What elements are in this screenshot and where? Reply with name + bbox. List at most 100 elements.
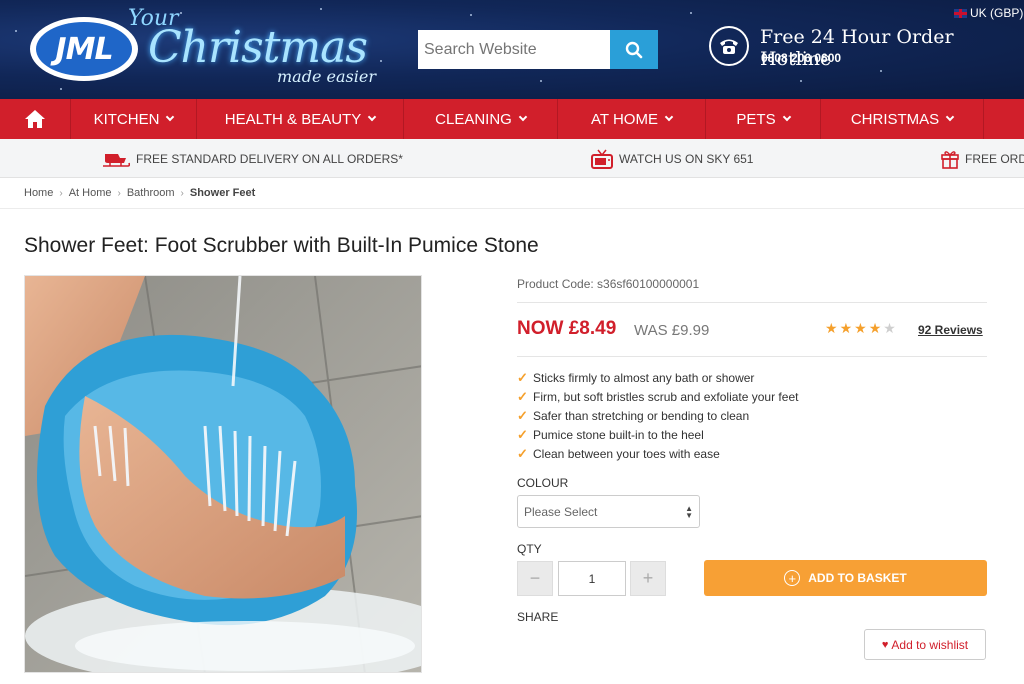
feature-text: Sticks firmly to almost any bath or show… [533,370,755,385]
home-icon [25,110,45,128]
promo-sky[interactable]: WATCH US ON SKY 651 [591,139,753,178]
add-to-wishlist-button[interactable]: ♥ Add to wishlist [864,629,986,660]
tagline-christmas: Christmas [148,22,368,73]
feature-text: Pumice stone built-in to the heel [533,427,704,442]
star-empty-icon: ★ [883,320,896,336]
promo-bar: FREE STANDARD DELIVERY ON ALL ORDERS* WA… [0,139,1024,178]
nav-cleaning-label: CLEANING [435,110,512,128]
promo-free-label: FREE ORD [965,151,1024,166]
logo-inner: JML [36,22,132,76]
star-icon: ★ [854,320,867,336]
list-item: ✓ Firm, but soft bristles scrub and exfol… [517,387,798,406]
feature-text: Safer than stretching or bending to clea… [533,408,750,423]
share-label: SHARE [517,610,559,624]
divider [517,356,987,357]
chevron-down-icon [945,112,955,122]
star-icon: ★ [825,320,838,336]
nav-health-beauty-label: HEALTH & BEAUTY [224,110,362,128]
tick-icon: ✓ [517,369,528,385]
list-item: ✓ Clean between your toes with ease [517,444,798,463]
colour-select-value: Please Select [524,504,598,519]
plus-circle-icon: + [784,570,801,586]
star-icon: ★ [839,320,853,336]
promo-delivery[interactable]: FREE STANDARD DELIVERY ON ALL ORDERS* [102,139,403,178]
jml-logo[interactable]: JML [30,17,138,81]
chevron-down-icon [367,112,377,122]
qty-decrease-button[interactable]: − [517,561,553,596]
minus-icon: − [529,568,541,588]
nav-health-beauty[interactable]: HEALTH & BEAUTY [196,99,403,139]
tagline-made-easier: made easier [277,67,376,86]
hotline-number[interactable]: 0808 206 0600 [761,51,841,65]
tick-icon: ✓ [517,426,528,442]
nav-christmas[interactable]: CHRISTMAS [820,99,984,139]
main-nav: KITCHEN HEALTH & BEAUTY CLEANING AT HOME… [0,99,1024,139]
breadcrumb-at-home[interactable]: At Home [69,187,112,199]
nav-kitchen[interactable]: KITCHEN [70,99,196,139]
qty-label: QTY [517,542,542,556]
chevron-down-icon [518,112,528,122]
phone-icon [709,26,749,66]
promo-free[interactable]: FREE ORD [941,139,1024,178]
nav-christmas-label: CHRISTMAS [850,110,940,128]
nav-pets[interactable]: PETS [705,99,820,139]
tick-icon: ✓ [517,388,528,404]
feature-text: Firm, but soft bristles scrub and exfoli… [533,389,799,404]
chevron-down-icon [782,112,791,122]
feature-text: Clean between your toes with ease [533,446,720,461]
promo-delivery-label: FREE STANDARD DELIVERY ON ALL ORDERS* [136,151,403,166]
gift-icon [941,150,959,169]
divider [517,302,987,303]
add-to-basket-label: ADD TO BASKET [808,571,907,585]
price-now: NOW £8.49 [517,318,617,339]
nav-home[interactable] [0,99,70,139]
product-title: Shower Feet: Foot Scrubber with Built-In… [24,234,539,257]
tv-icon [591,149,613,169]
search-input[interactable] [418,30,610,69]
add-to-basket-button[interactable]: + ADD TO BASKET [704,560,987,596]
nav-at-home-label: AT HOME [591,110,658,128]
qty-increase-button[interactable]: + [630,561,666,596]
select-arrows-icon: ▲ ▼ [685,504,693,520]
plus-icon: + [642,568,654,588]
currency-selector[interactable]: UK (GBP) [954,6,1023,20]
nav-pets-label: PETS [736,110,776,128]
uk-flag-icon [954,8,967,18]
list-item: ✓ Pumice stone built-in to the heel [517,425,798,444]
breadcrumb-bathroom[interactable]: Bathroom [127,187,175,199]
product-code: Product Code: s36sf60100000001 [517,277,700,291]
colour-label: COLOUR [517,476,569,490]
promo-sky-label: WATCH US ON SKY 651 [619,151,754,166]
product-photo [25,276,421,672]
star-icon: ★ [868,320,882,336]
rating-stars[interactable]: ★ ★ ★ ★ ★ [825,321,896,335]
search-icon [625,41,643,58]
search-button[interactable] [610,30,658,69]
nav-kitchen-label: KITCHEN [93,110,160,128]
currency-label: UK (GBP) [970,6,1024,20]
heart-icon: ♥ [881,638,889,651]
breadcrumb-shower-feet: Shower Feet [189,187,256,199]
tick-icon: ✓ [517,407,528,423]
chevron-down-icon [166,112,175,122]
colour-select[interactable]: Please Select ▲ ▼ [517,495,700,528]
qty-input[interactable] [558,561,626,596]
list-item: ✓ Safer than stretching or bending to cle… [517,406,798,425]
nav-cleaning[interactable]: CLEANING [403,99,557,139]
chevron-right-icon: › [180,187,184,199]
breadcrumb-home[interactable]: Home [24,187,53,199]
reviews-link[interactable]: 92 Reviews [918,323,983,337]
product-image[interactable] [24,275,422,673]
price-was: WAS £9.99 [634,322,710,339]
nav-at-home[interactable]: AT HOME [557,99,705,139]
breadcrumb: Home › At Home › Bathroom › Shower Feet [24,187,255,199]
tick-icon: ✓ [517,445,528,461]
site-header: JML Your Christmas made easier Free 24 H… [0,0,1024,99]
chevron-down-icon [664,112,674,122]
list-item: ✓ Sticks firmly to almost any bath or sho… [517,368,798,387]
chevron-right-icon: › [117,187,121,199]
wishlist-label: Add to wishlist [891,637,969,652]
logo-text: JML [55,31,113,67]
feature-list: ✓ Sticks firmly to almost any bath or sho… [517,368,798,463]
breadcrumb-divider [0,208,1024,209]
